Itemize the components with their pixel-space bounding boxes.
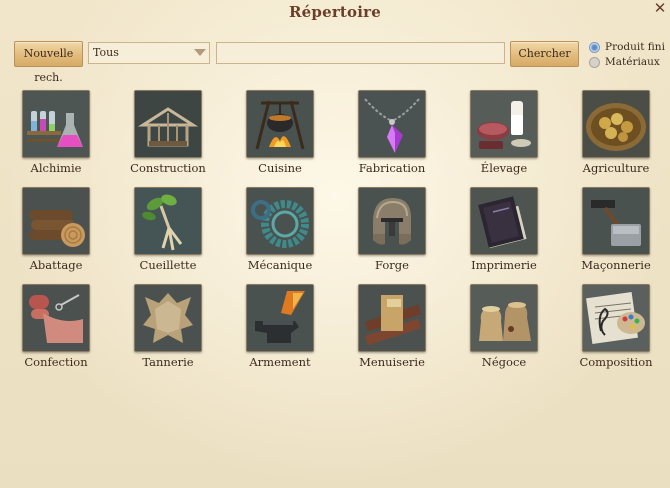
category-forge[interactable]: Forge: [347, 187, 437, 272]
category-label: Maçonnerie: [581, 258, 651, 272]
agriculture-icon: [582, 90, 650, 158]
category-livestock[interactable]: Élevage: [459, 90, 549, 175]
construction-icon: [134, 90, 202, 158]
tailoring-icon: [22, 284, 90, 352]
category-alchemy[interactable]: Alchimie: [11, 90, 101, 175]
trade-icon: [470, 284, 538, 352]
alchemy-icon: [22, 90, 90, 158]
category-cooking[interactable]: Cuisine: [235, 90, 325, 175]
composition-icon: [582, 284, 650, 352]
masonry-icon: [582, 187, 650, 255]
category-label: Tannerie: [142, 355, 194, 369]
category-label: Construction: [130, 161, 206, 175]
category-tannery[interactable]: Tannerie: [123, 284, 213, 369]
tannery-icon: [134, 284, 202, 352]
category-crafting[interactable]: Fabrication: [347, 90, 437, 175]
category-label: Cuisine: [258, 161, 302, 175]
category-label: Abattage: [29, 258, 83, 272]
gathering-icon: [134, 187, 202, 255]
category-label: Cueillette: [139, 258, 197, 272]
category-printing[interactable]: Imprimerie: [459, 187, 549, 272]
category-logging[interactable]: Abattage: [11, 187, 101, 272]
category-masonry[interactable]: Maçonnerie: [571, 187, 661, 272]
crafting-icon: [358, 90, 426, 158]
category-label: Confection: [24, 355, 88, 369]
category-composition[interactable]: Composition: [571, 284, 661, 369]
forge-icon: [358, 187, 426, 255]
category-weaponry[interactable]: Armement: [235, 284, 325, 369]
category-carpentry[interactable]: Menuiserie: [347, 284, 437, 369]
category-label: Élevage: [480, 161, 528, 175]
category-label: Agriculture: [582, 161, 650, 175]
category-gathering[interactable]: Cueillette: [123, 187, 213, 272]
carpentry-icon: [358, 284, 426, 352]
category-label: Forge: [375, 258, 409, 272]
category-label: Négoce: [481, 355, 527, 369]
livestock-icon: [470, 90, 538, 158]
category-agriculture[interactable]: Agriculture: [571, 90, 661, 175]
category-mechanics[interactable]: Mécanique: [235, 187, 325, 272]
category-label: Mécanique: [247, 258, 313, 272]
category-label: Imprimerie: [471, 258, 537, 272]
logging-icon: [22, 187, 90, 255]
printing-icon: [470, 187, 538, 255]
category-label: Armement: [249, 355, 311, 369]
category-tailoring[interactable]: Confection: [11, 284, 101, 369]
repertoire-window: Répertoire ✕ Nouvelle rech. Tous Cherche…: [0, 0, 670, 488]
mechanics-icon: [246, 187, 314, 255]
weaponry-icon: [246, 284, 314, 352]
category-trade[interactable]: Négoce: [459, 284, 549, 369]
cooking-icon: [246, 90, 314, 158]
category-label: Alchimie: [30, 161, 82, 175]
category-grid: Alchimie Construction Cuisine Fabricatio…: [0, 0, 670, 488]
category-construction[interactable]: Construction: [123, 90, 213, 175]
category-label: Composition: [579, 355, 653, 369]
category-label: Fabrication: [358, 161, 426, 175]
category-label: Menuiserie: [359, 355, 425, 369]
